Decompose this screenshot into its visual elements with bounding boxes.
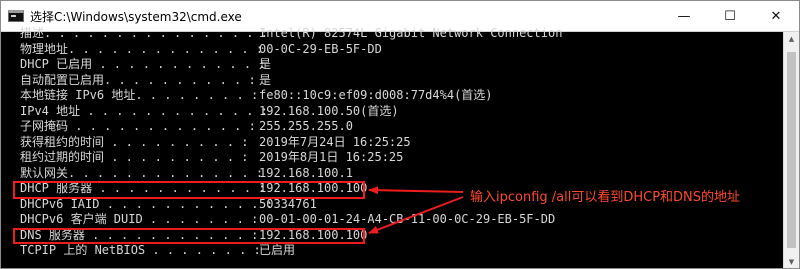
console-line-value: 255.255.255.0 [259,119,353,133]
console-line-label: DNS 服务器 . . . . . . . . . . . : [20,227,259,242]
cmd-console-icon[interactable] [8,10,24,22]
window-title: 选择C:\Windows\system32\cmd.exe [30,9,242,24]
console-line-label: DHCPv6 IAID . . . . . . . . . . . : [20,196,273,211]
console-line-label: DHCPv6 客户端 DUID . . . . . . . : [20,212,259,226]
console-line-value: 已启用 [259,243,296,257]
console-line: 描述. . . . . . . . . . . . . . . : Intel(R… [1,25,781,41]
cmd-window: 选择C:\Windows\system32\cmd.exe — ☐ ✕ ▲ ▼ … [0,0,800,269]
console-line: 租约过期的时间 . . . . . . . . . : 2019年8月1日 16:… [1,149,781,165]
console-line-value: 192.168.100.100 [259,227,368,242]
console-line: 自动配置已启用. . . . . . . . . . :是 [1,72,781,88]
console-line-label: DHCP 已启用 . . . . . . . . . . . : [20,57,266,71]
console-line: 本地链接 IPv6 地址. . . . . . . . : fe80::10c9:… [1,87,781,103]
console-line: DNS 服务器 . . . . . . . . . . . :192.168.1… [1,227,781,243]
console-line-value: 是 [259,57,272,71]
console-line-label: 子网掩码 . . . . . . . . . . . . : [20,119,256,133]
console-line: 物理地址. . . . . . . . . . . . . :00-0C-29-… [1,41,781,57]
console-line-value: 2019年7月24日 16:25:25 [259,134,411,149]
console-line-value: 00-01-00-01-24-A4-CB-11-00-0C-29-EB-5F-D… [259,212,556,226]
console-line: TCPIP 上的 NetBIOS . . . . . . . : 已启用 [1,242,781,258]
console-line: DHCPv6 客户端 DUID . . . . . . . :00-01-00-… [1,211,781,227]
console-line-value: 是 [259,72,272,87]
console-line: 默认网关. . . . . . . . . . . . . :192.168.1… [1,165,781,181]
console-line-label: DHCP 服务器 . . . . . . . . . . . : [20,181,266,195]
console-line-label: 本地链接 IPv6 地址. . . . . . . . : [20,88,259,102]
console-line: 获得租约的时间 . . . . . . . . . : 2019年7月24日 16… [1,134,781,150]
console-line-value: 192.168.100.100 [259,181,368,195]
console-line-label: 获得租约的时间 . . . . . . . . . : [20,134,249,149]
console-line-value: Intel(R) 82574L Gigabit Network Connecti… [259,26,563,40]
console-line-value: 2019年8月1日 16:25:25 [259,150,404,164]
console-line-label: 自动配置已启用. . . . . . . . . . : [20,72,256,87]
scroll-down-icon[interactable]: ▼ [784,255,799,268]
console-line-value: 50334761 [259,196,317,211]
console-line-label: 默认网关. . . . . . . . . . . . . : [20,165,264,180]
console-line: IPv4 地址 . . . . . . . . . . . . :192.168… [1,103,781,119]
vertical-scrollbar[interactable]: ▲ ▼ [783,32,799,268]
console-line-label: 租约过期的时间 . . . . . . . . . : [20,150,249,164]
console-line-label: 物理地址. . . . . . . . . . . . . : [20,41,264,56]
console-line-label: IPv4 地址 . . . . . . . . . . . . : [20,103,268,118]
console-line-label: TCPIP 上的 NetBIOS . . . . . . . : [20,243,261,257]
console-line-value: 192.168.100.50(首选) [259,103,399,118]
scroll-up-icon[interactable]: ▲ [784,32,799,46]
console-line: 子网掩码 . . . . . . . . . . . . :255.255.25… [1,118,781,134]
console-line: DHCP 已启用 . . . . . . . . . . . :是 [1,56,781,72]
console-line-value: fe80::10c9:ef09:d008:77d4%4(首选) [259,88,493,102]
console-line-value: 192.168.100.1 [259,165,353,180]
console-line-value: 00-0C-29-EB-5F-DD [259,41,382,56]
console-line-label: 描述. . . . . . . . . . . . . . . : [20,26,268,40]
annotation-text: 输入ipconfig /all可以看到DHCP和DNS的地址 [470,190,741,205]
scroll-thumb[interactable] [787,52,796,248]
